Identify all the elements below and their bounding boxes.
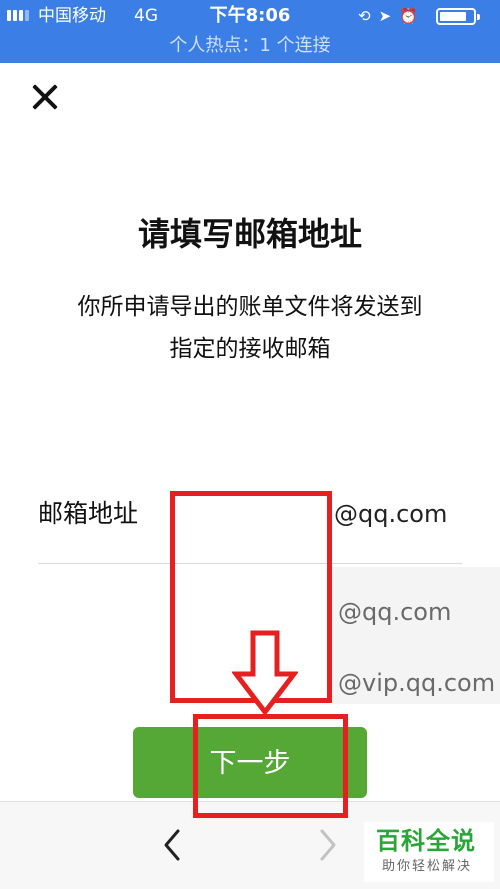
location-icon: ➤	[378, 7, 400, 25]
status-icons: ⟲➤⏰	[358, 7, 426, 25]
page-title: 请填写邮箱地址	[137, 215, 362, 253]
watermark-title: 百科全说	[376, 827, 476, 855]
description-line-2: 指定的接收邮箱	[169, 336, 331, 362]
watermark-subtitle: 助你轻松解决	[382, 859, 473, 874]
email-domain-suffix[interactable]: @qq.com	[334, 494, 447, 534]
annotation-down-arrow-icon	[232, 630, 298, 716]
forward-arrow-icon[interactable]	[310, 825, 344, 865]
email-field-label: 邮箱地址	[38, 499, 139, 528]
battery-icon	[436, 8, 480, 25]
rotation-lock-icon: ⟲	[358, 7, 379, 25]
watermark-logo: 百科全说 助你轻松解决	[364, 822, 494, 882]
alarm-icon: ⏰	[399, 7, 426, 25]
suggestion-vip-qq[interactable]: @vip.qq.com	[338, 665, 495, 701]
status-bar: 中国移动 4G 下午8:06 ⟲➤⏰	[0, 0, 500, 33]
back-arrow-icon[interactable]	[156, 825, 190, 865]
page-description: 你所申请导出的账单文件将发送到 指定的接收邮箱	[0, 286, 500, 370]
close-icon[interactable]	[28, 80, 62, 114]
description-line-1: 你所申请导出的账单文件将发送到	[77, 294, 423, 320]
suggestion-qq[interactable]: @qq.com	[338, 594, 451, 630]
annotation-button-highlight	[193, 714, 348, 818]
hotspot-banner[interactable]: 个人热点：1 个连接	[0, 33, 500, 63]
